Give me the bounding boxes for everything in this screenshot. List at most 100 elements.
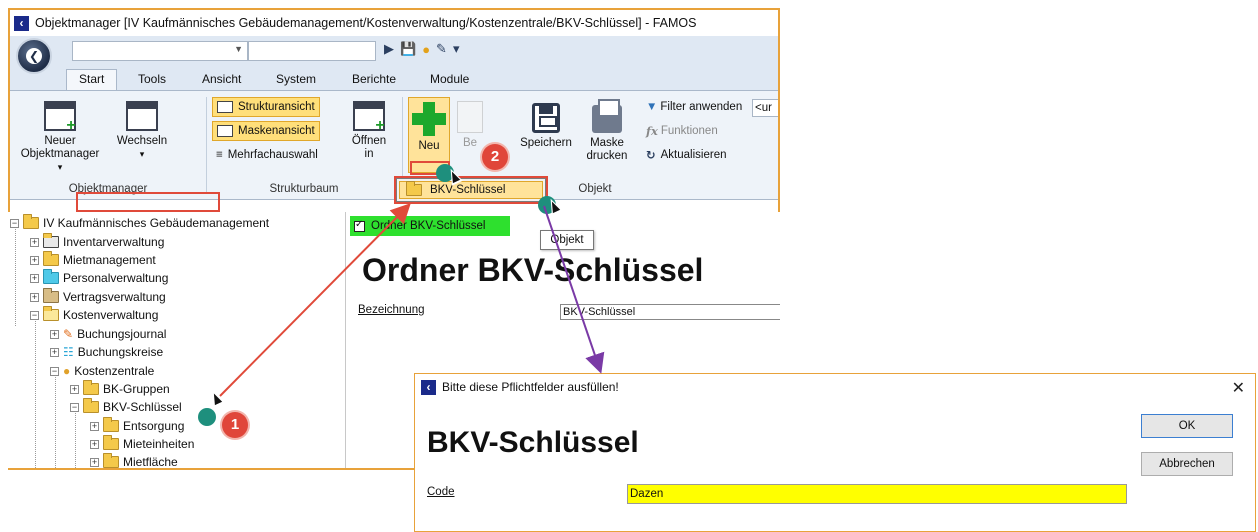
tree-item[interactable]: + Inventarverwaltung bbox=[30, 233, 164, 251]
bearbeiten-button[interactable]: Be bbox=[456, 101, 484, 150]
tree-item-label: Buchungsjournal bbox=[77, 327, 167, 341]
dropdown-arrow-icon: ▾ bbox=[57, 162, 63, 172]
folder-icon bbox=[43, 251, 59, 266]
tree-item-selected[interactable]: − BKV-Schlüssel bbox=[70, 398, 182, 416]
aktualisieren-button[interactable]: ↻ Aktualisieren bbox=[642, 145, 730, 165]
filter-combo[interactable]: <ur bbox=[752, 99, 778, 117]
tree-item[interactable]: − IV Kaufmännisches Gebäudemanagement bbox=[10, 214, 269, 232]
lightbulb-icon[interactable]: ● bbox=[422, 42, 430, 57]
tree-item[interactable]: − ● Kostenzentrale bbox=[50, 362, 154, 380]
maskenansicht-button[interactable]: Maskenansicht bbox=[212, 121, 320, 141]
tree-item-label: Mietfläche bbox=[123, 455, 178, 468]
maskenansicht-label: Maskenansicht bbox=[238, 125, 315, 137]
folder-icon bbox=[103, 417, 119, 432]
filter-anwenden-label: Filter anwenden bbox=[660, 101, 743, 113]
collapse-icon[interactable]: − bbox=[30, 310, 39, 320]
customize-qat-icon[interactable]: ▾ bbox=[453, 41, 460, 57]
tab-berichte[interactable]: Berichte bbox=[352, 70, 396, 90]
switch-window-icon bbox=[126, 101, 158, 131]
folder-icon bbox=[43, 288, 59, 303]
tab-system[interactable]: System bbox=[276, 70, 316, 90]
expand-icon[interactable]: + bbox=[50, 329, 59, 339]
wechseln-button[interactable]: Wechseln ▾ bbox=[110, 101, 174, 161]
qat-combo-box[interactable]: ▼ bbox=[72, 41, 248, 61]
folder-icon bbox=[23, 214, 39, 229]
tree-item[interactable]: + Mieteinheiten bbox=[90, 435, 194, 453]
bearbeiten-label: Be bbox=[462, 137, 478, 149]
code-input[interactable]: Dazen bbox=[627, 484, 1127, 504]
expand-icon[interactable]: + bbox=[70, 384, 79, 394]
qat-input[interactable] bbox=[248, 41, 376, 61]
tree-item-label: IV Kaufmännisches Gebäudemanagement bbox=[43, 216, 270, 230]
wechseln-label: Wechseln bbox=[116, 135, 168, 147]
strukturansicht-label: Strukturansicht bbox=[238, 101, 315, 113]
folder-icon bbox=[103, 453, 119, 468]
oeffnen-in-button[interactable]: + Öffnen in bbox=[346, 101, 392, 161]
application-menu-button[interactable]: ❮ bbox=[16, 38, 52, 74]
tree-item-label: Vertragsverwaltung bbox=[63, 290, 166, 304]
detail-tab[interactable]: Ordner BKV-Schlüssel bbox=[350, 216, 510, 236]
expand-icon[interactable]: + bbox=[30, 273, 39, 283]
open-in-icon: + bbox=[353, 101, 385, 134]
close-icon[interactable]: ✕ bbox=[1232, 378, 1245, 398]
expand-icon[interactable]: + bbox=[30, 292, 39, 302]
checkbox-icon bbox=[354, 219, 365, 232]
filter-anwenden-button[interactable]: ▼ Filter anwenden bbox=[642, 97, 746, 117]
expand-icon[interactable]: + bbox=[30, 255, 39, 265]
detail-heading: Ordner BKV-Schlüssel bbox=[362, 252, 704, 288]
bezeichnung-field[interactable]: BKV-Schlüssel bbox=[560, 304, 780, 320]
expand-icon[interactable]: + bbox=[90, 439, 99, 449]
tab-start[interactable]: Start bbox=[66, 69, 118, 90]
group-separator bbox=[206, 97, 207, 193]
funktionen-label: Funktionen bbox=[660, 125, 718, 137]
code-label: Code bbox=[427, 486, 455, 498]
structure-tree: − IV Kaufmännisches Gebäudemanagement + … bbox=[8, 212, 346, 468]
tree-view-icon bbox=[217, 101, 233, 113]
tree-item[interactable]: + Vertragsverwaltung bbox=[30, 288, 166, 306]
coins-icon: ● bbox=[63, 364, 71, 378]
strukturansicht-button[interactable]: Strukturansicht bbox=[212, 97, 320, 117]
tree-item[interactable]: + ☷ Buchungskreise bbox=[50, 343, 163, 361]
maske-drucken-button[interactable]: Maske drucken bbox=[582, 99, 632, 163]
tree-item[interactable]: + Mietmanagement bbox=[30, 251, 156, 269]
expand-icon[interactable]: + bbox=[90, 421, 99, 431]
tree-item[interactable]: + BK-Gruppen bbox=[70, 380, 170, 398]
bezeichnung-label: Bezeichnung bbox=[358, 304, 425, 316]
mehrfachauswahl-button[interactable]: ≡ Mehrfachauswahl bbox=[212, 145, 322, 165]
step-badge-1: 1 bbox=[222, 412, 248, 438]
ok-button[interactable]: OK bbox=[1141, 414, 1233, 438]
tree-item-label: Kostenzentrale bbox=[74, 364, 155, 378]
save-disk-icon bbox=[532, 103, 560, 133]
collapse-icon[interactable]: − bbox=[70, 402, 79, 412]
new-window-icon: + bbox=[44, 101, 76, 134]
collapse-icon[interactable]: − bbox=[10, 218, 19, 228]
tree-item[interactable]: + Mietfläche bbox=[90, 453, 178, 468]
tree-item[interactable]: − Kostenverwaltung bbox=[30, 306, 158, 324]
tree-item[interactable]: + ✎ Buchungsjournal bbox=[50, 325, 166, 343]
neuer-objektmanager-button[interactable]: + Neuer Objektmanager ▾ bbox=[20, 101, 100, 174]
filter-icon: ▼ bbox=[646, 101, 658, 113]
ribbon-tabs: Start Tools Ansicht System Berichte Modu… bbox=[10, 66, 778, 90]
menu-item-bkv-schluessel[interactable]: BKV-Schlüssel bbox=[399, 181, 543, 199]
funktionen-button[interactable]: fx Funktionen bbox=[642, 121, 722, 141]
edit-icon[interactable]: ✎ bbox=[436, 41, 447, 57]
oeffnen-in-label: Öffnen in bbox=[351, 135, 387, 160]
play-icon[interactable]: ▶ bbox=[384, 41, 394, 57]
expand-icon[interactable]: + bbox=[90, 457, 99, 467]
tree-item[interactable]: + Entsorgung bbox=[90, 417, 184, 435]
collapse-icon[interactable]: − bbox=[50, 366, 59, 376]
tree-item[interactable]: + Personalverwaltung bbox=[30, 269, 168, 287]
group-label-strukturbaum: Strukturbaum bbox=[269, 183, 339, 195]
tab-module[interactable]: Module bbox=[430, 70, 469, 90]
neu-label: Neu bbox=[418, 140, 440, 152]
expand-icon[interactable]: + bbox=[30, 237, 39, 247]
abbrechen-button[interactable]: Abbrechen bbox=[1141, 452, 1233, 476]
tree-line bbox=[55, 372, 56, 468]
selected-item-highlight bbox=[76, 192, 220, 212]
save-icon[interactable]: 💾 bbox=[400, 41, 416, 57]
folder-icon bbox=[103, 435, 119, 450]
expand-icon[interactable]: + bbox=[50, 347, 59, 357]
tab-tools[interactable]: Tools bbox=[138, 70, 166, 90]
tab-ansicht[interactable]: Ansicht bbox=[202, 70, 241, 90]
speichern-button[interactable]: Speichern bbox=[518, 103, 574, 150]
